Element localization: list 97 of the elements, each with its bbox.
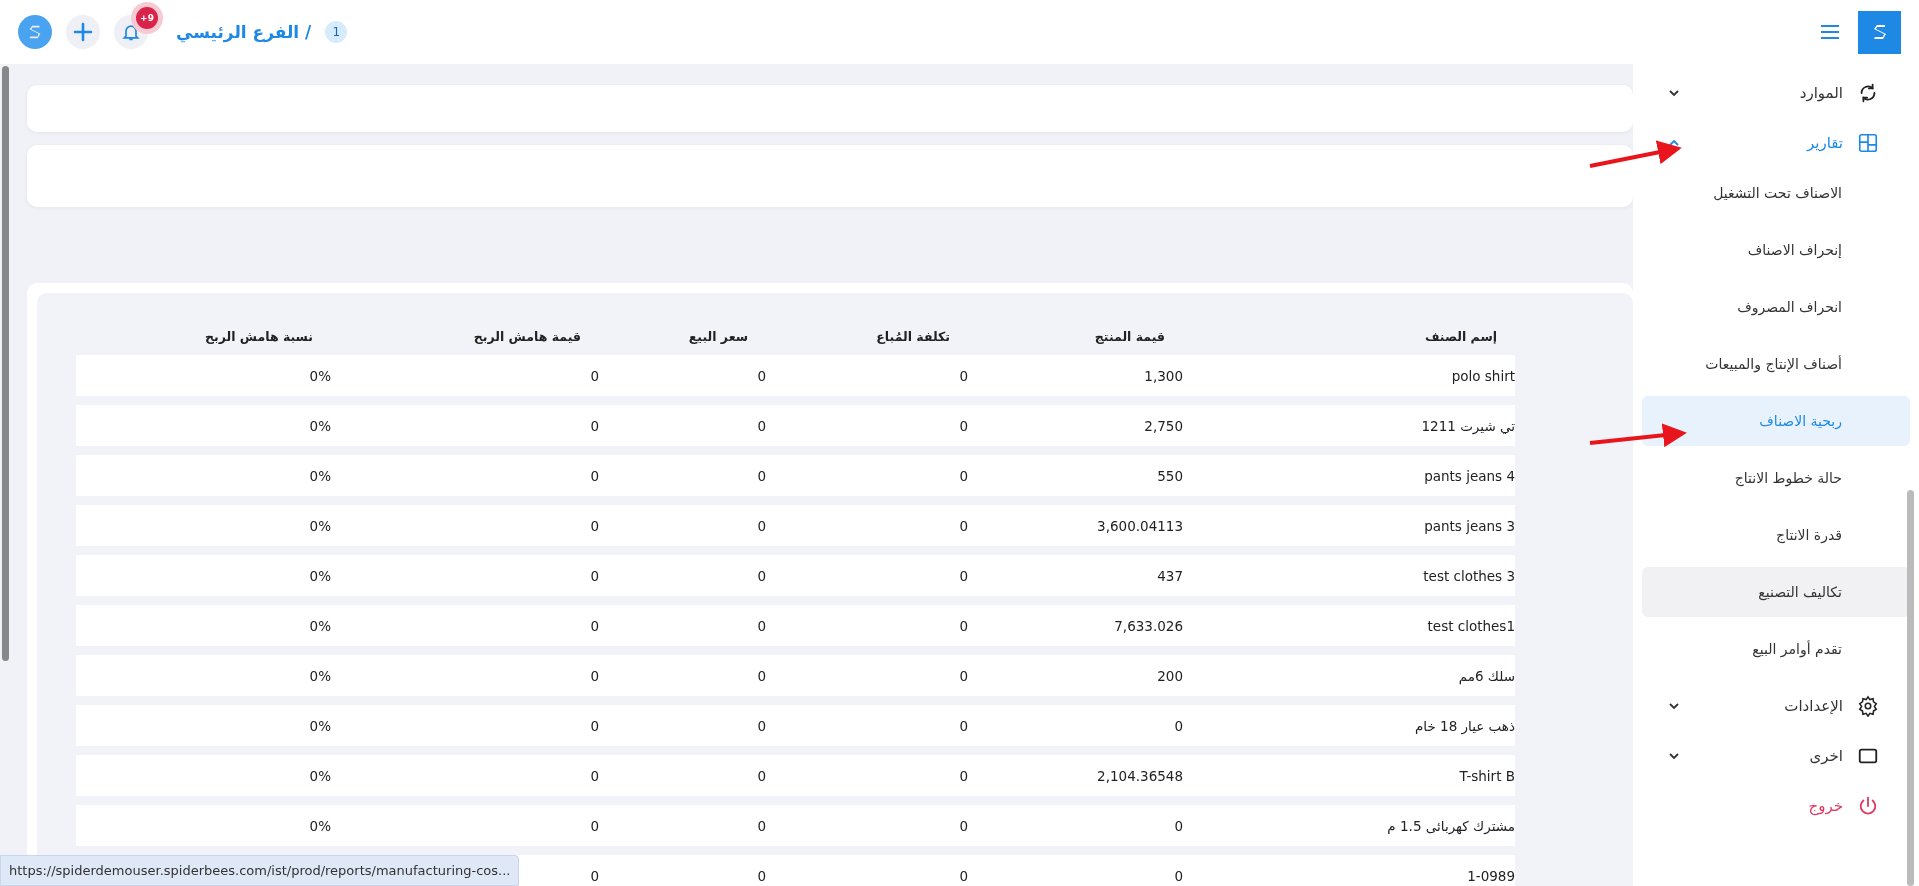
submenu-item[interactable]: انحراف المصروف (1642, 282, 1910, 332)
table-cell: 0% (309, 367, 331, 384)
table-cell: 3,600.04113 (1097, 517, 1183, 534)
table-cell: 0 (590, 667, 599, 684)
table-cell: 0 (1174, 717, 1183, 734)
submenu-item[interactable]: أصناف الإنتاج والمبيعات (1642, 339, 1910, 389)
table-cell: 0 (590, 817, 599, 834)
table-cell: 0 (959, 417, 968, 434)
table-cell: 0 (959, 867, 968, 884)
table-cell: pants jeans 4 (1424, 467, 1515, 484)
table-cell: سلك 6مم (1458, 667, 1515, 684)
table-cell: ذهب عيار 18 خام (1414, 717, 1515, 734)
column-header: إسم الصنف (1424, 328, 1498, 346)
table-cell: test clothes1 (1427, 617, 1515, 634)
table-cell: 0 (959, 617, 968, 634)
branch-number: 1 (325, 21, 348, 43)
logout-item[interactable]: خروج (1633, 781, 1919, 831)
table-cell: 0 (590, 417, 599, 434)
column-header: قيمة المنتج (1093, 328, 1166, 346)
table-cell: 0% (309, 817, 331, 834)
table-cell: 0% (309, 767, 331, 784)
column-header: قيمة هامش الربح (472, 328, 582, 346)
table-cell: 0% (309, 567, 331, 584)
table-cell: T-shirt B (1459, 767, 1515, 784)
add-button[interactable] (66, 15, 100, 49)
table-cell: 0% (309, 667, 331, 684)
table-cell: 2,750 (1144, 417, 1183, 434)
table-cell: test clothes 3 (1423, 567, 1515, 584)
sidebar-item[interactable]: تقارير (1633, 118, 1919, 168)
table-cell: 0 (959, 567, 968, 584)
table-cell: 0% (309, 417, 331, 434)
table-cell: 0% (309, 717, 331, 734)
column-header: سعر البيع (687, 328, 749, 346)
table-cell: 0% (309, 467, 331, 484)
table-cell: مشترك كهربائى 1.5 م (1387, 817, 1515, 834)
submenu-item[interactable]: تقدم أوامر البيع (1642, 624, 1910, 674)
table-cell: 0 (757, 767, 766, 784)
table-cell: 0 (757, 617, 766, 634)
table-cell: 0 (590, 717, 599, 734)
table-cell: 0 (757, 417, 766, 434)
scrollbar[interactable] (1907, 490, 1914, 886)
bell-icon (121, 22, 141, 42)
table-cell: تي شيرت 1211 (1421, 417, 1515, 434)
scrollbar[interactable] (2, 66, 9, 661)
table-cell: 0 (959, 367, 968, 384)
table-cell: 0 (590, 567, 599, 584)
table-cell: 0 (757, 367, 766, 384)
column-header: نسبة هامش الربح (203, 328, 314, 346)
table-cell: 0 (959, 467, 968, 484)
table-cell: 0 (959, 517, 968, 534)
table-cell: 0 (590, 617, 599, 634)
table-cell: 0 (757, 467, 766, 484)
submenu-item[interactable]: تكاليف التصنيع (1642, 567, 1910, 617)
table-cell: 0 (590, 867, 599, 884)
table-cell: 1,300 (1144, 367, 1183, 384)
table-cell: 0 (1174, 817, 1183, 834)
table-cell: 0 (959, 817, 968, 834)
table-cell: 0 (757, 567, 766, 584)
table-cell: 0 (757, 867, 766, 884)
submenu-item[interactable]: قدرة الانتاج (1642, 510, 1910, 560)
table-cell: 0 (1174, 867, 1183, 884)
table-cell: 0% (309, 517, 331, 534)
sidebar-item[interactable]: اخرى (1633, 731, 1919, 781)
sidebar-item[interactable]: الإعدادات (1633, 681, 1919, 731)
table-cell: 0 (757, 517, 766, 534)
sidebar-item[interactable]: الموارد (1633, 68, 1919, 118)
table-cell: 550 (1157, 467, 1183, 484)
table-cell: 7,633.026 (1114, 617, 1183, 634)
table-cell: 0 (590, 767, 599, 784)
link-url-tooltip: https://spiderdemouser.spiderbees.com/ist/prod/reports/manufacturing-cos... (0, 855, 520, 886)
column-header: تكلفة المُباع (875, 328, 951, 346)
layout-icon (1857, 132, 1879, 154)
table-cell: 0 (757, 667, 766, 684)
submenu-item[interactable]: الاصناف تحت التشغيل (1642, 168, 1910, 218)
table-cell: 0 (959, 717, 968, 734)
table-cell: pants jeans 3 (1424, 517, 1515, 534)
table-cell: 0 (757, 817, 766, 834)
plus-icon (72, 21, 94, 43)
table-cell: 0 (757, 717, 766, 734)
settings-icon (1857, 695, 1879, 717)
table-cell: 1-0989 (1467, 867, 1515, 884)
table-cell: 0 (959, 667, 968, 684)
table-cell: 437 (1157, 567, 1183, 584)
table-cell: polo shirt (1451, 367, 1515, 384)
breadcrumb[interactable]: الفرع الرئيسي / (176, 22, 312, 42)
table-cell: 2,104.36548 (1097, 767, 1183, 784)
submenu-item[interactable]: إنحراف الاصناف (1642, 225, 1910, 275)
table-cell: 0 (590, 367, 599, 384)
table-cell: 0 (590, 517, 599, 534)
table-cell: 0% (309, 617, 331, 634)
power-icon (1857, 795, 1879, 817)
app-logo[interactable] (18, 15, 52, 49)
app-logo[interactable] (1858, 10, 1901, 54)
table-cell: 200 (1157, 667, 1183, 684)
table-cell: 0 (590, 467, 599, 484)
table-cell: 0 (959, 767, 968, 784)
submenu-item[interactable]: حالة خطوط الانتاج (1642, 453, 1910, 503)
